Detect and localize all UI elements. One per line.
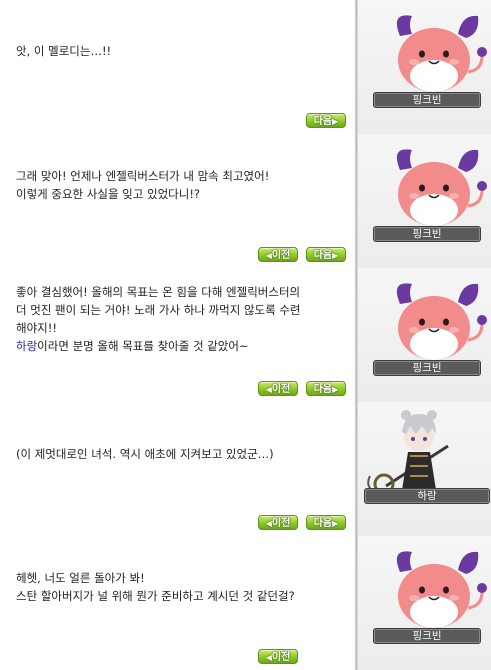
pink-bean-icon	[396, 149, 487, 226]
pink-bean-icon	[396, 283, 487, 360]
dialog-text: 헤헷, 너도 얼른 돌아가 봐! 스탄 할아버지가 널 위해 뭔가 준비하고 계시…	[16, 571, 295, 603]
pink-bean-icon	[396, 551, 487, 628]
dialog-text: 앗, 이 멜로디는…!!	[16, 44, 112, 58]
npc-nameplate: 하랑	[364, 488, 490, 504]
npc-nameplate: 핑크빈	[373, 628, 481, 644]
dialog-text: 좋아 결심했어! 올해의 목표는 온 힘을 다해 엔젤릭버스터의 더 멋진 팬이 …	[16, 285, 301, 353]
prev-button[interactable]: ◀이전	[258, 515, 298, 530]
npc-nameplate: 핑크빈	[373, 92, 481, 108]
prev-button[interactable]: ◀이전	[258, 381, 298, 396]
dialog-text: (이 제멋대로인 녀석. 역시 애초에 지켜보고 있었군…)	[16, 447, 274, 461]
harang-icon	[367, 410, 449, 494]
pink-bean-icon	[396, 15, 487, 92]
dialog-4: (이 제멋대로인 녀석. 역시 애초에 지켜보고 있었군…) ◀이전 다음▶ 하…	[0, 402, 491, 536]
prev-button[interactable]: ◀이전	[258, 247, 298, 262]
npc-nameplate: 핑크빈	[373, 360, 481, 376]
npc-nameplate: 핑크빈	[373, 226, 481, 242]
dialog-3: 좋아 결심했어! 올해의 목표는 온 힘을 다해 엔젤릭버스터의 더 멋진 팬이 …	[0, 268, 491, 402]
highlight-name: 하랑	[16, 339, 38, 353]
dialog-1: 앗, 이 멜로디는…!! 다음▶ 핑크빈	[0, 0, 491, 134]
dialog-5: 헤헷, 너도 얼른 돌아가 봐! 스탄 할아버지가 널 위해 뭔가 준비하고 계시…	[0, 536, 491, 670]
next-button[interactable]: 다음▶	[306, 515, 346, 530]
dialog-2: 그래 맞아! 언제나 엔젤릭버스터가 내 맘속 최고였어! 이렇게 중요한 사실을…	[0, 134, 491, 268]
dialog-text: 그래 맞아! 언제나 엔젤릭버스터가 내 맘속 최고였어! 이렇게 중요한 사실을…	[16, 169, 270, 201]
next-button[interactable]: 다음▶	[306, 247, 346, 262]
next-button[interactable]: 다음▶	[306, 113, 346, 128]
prev-button[interactable]: ◀이전	[258, 649, 298, 664]
next-button[interactable]: 다음▶	[306, 381, 346, 396]
